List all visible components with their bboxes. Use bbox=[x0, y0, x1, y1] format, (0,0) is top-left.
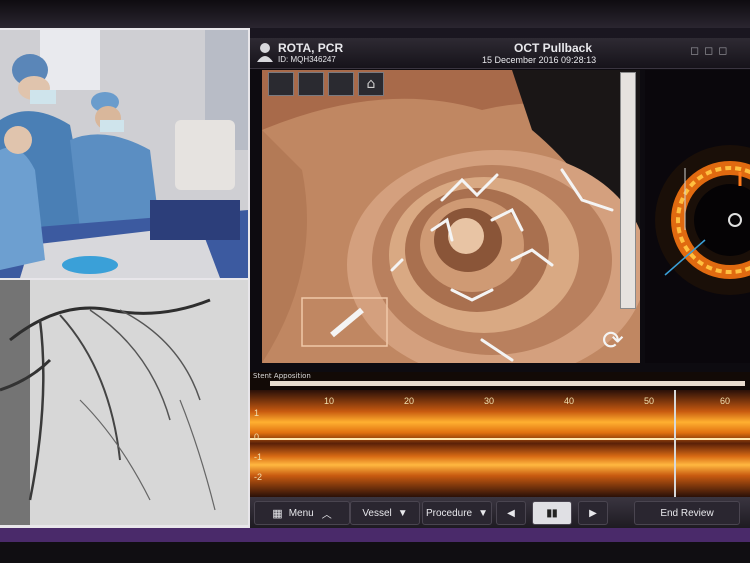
grid-icon: ▦ bbox=[272, 507, 283, 520]
menu-label: Menu bbox=[288, 507, 314, 519]
play-back-icon: ◀ bbox=[507, 507, 515, 519]
play-forward-icon: ▶ bbox=[589, 507, 597, 519]
next-button[interactable]: ▶ bbox=[578, 501, 608, 525]
window-icons[interactable]: ◻◻◻ bbox=[690, 44, 732, 57]
left-mark-4: -2 bbox=[254, 472, 263, 482]
mode-title: OCT Pullback bbox=[514, 41, 593, 55]
tick-40: 40 bbox=[564, 396, 575, 406]
chevron-up-icon: ︿ bbox=[321, 509, 332, 521]
rotate-icon[interactable]: ⟳ bbox=[602, 328, 624, 354]
pause-button[interactable]: ▮▮ bbox=[532, 501, 572, 525]
date-time: 15 December 2016 09:28:13 bbox=[482, 55, 597, 65]
longitudinal-view[interactable]: Stent Apposition 10 20 30 40 50 60 1 0 -… bbox=[250, 372, 750, 497]
pause-icon: ▮▮ bbox=[546, 507, 558, 519]
procedure-dropdown[interactable]: Procedure ▼ bbox=[422, 501, 492, 525]
tick-50: 50 bbox=[644, 396, 655, 406]
screen-bezel bbox=[0, 528, 750, 542]
tick-10: 10 bbox=[324, 396, 335, 406]
previous-button[interactable]: ◀ bbox=[496, 501, 526, 525]
left-mark-1: 1 bbox=[254, 408, 260, 418]
user-icon bbox=[256, 42, 274, 62]
left-mark-3: -1 bbox=[254, 452, 263, 462]
frame-marker[interactable] bbox=[674, 390, 676, 497]
angiography-image bbox=[0, 280, 248, 525]
dropdown-arrow-icon: ▼ bbox=[397, 507, 408, 519]
oct-cross-section[interactable] bbox=[645, 70, 750, 363]
vessel-label: Vessel bbox=[362, 507, 392, 519]
dropdown-arrow-icon: ▼ bbox=[478, 507, 489, 519]
stent-apposition-label: Stent Apposition bbox=[253, 372, 311, 380]
end-review-label: End Review bbox=[660, 507, 714, 519]
end-review-button[interactable]: End Review bbox=[634, 501, 740, 525]
thumbnail-1[interactable] bbox=[268, 72, 294, 96]
tick-20: 20 bbox=[404, 396, 415, 406]
patient-name: ROTA, PCR bbox=[278, 41, 344, 55]
left-mark-2: 0 bbox=[254, 432, 260, 442]
home-icon[interactable]: ⌂ bbox=[358, 72, 384, 96]
thumbnail-3[interactable] bbox=[328, 72, 354, 96]
3d-lumen-view[interactable]: ⟳ bbox=[262, 70, 640, 363]
cath-lab-photo bbox=[0, 30, 248, 278]
tick-60: 60 bbox=[720, 396, 731, 406]
stent-bar bbox=[270, 381, 745, 386]
room-background bbox=[0, 0, 750, 28]
thumbnail-2[interactable] bbox=[298, 72, 324, 96]
room-floor bbox=[0, 542, 750, 563]
menu-button[interactable]: ▦ Menu ︿ bbox=[254, 501, 350, 525]
oct-header: ROTA, PCR ID: MQH346247 OCT Pullback 15 … bbox=[250, 38, 750, 69]
procedure-label: Procedure bbox=[425, 507, 473, 519]
tick-30: 30 bbox=[484, 396, 495, 406]
vertical-scrollbar[interactable] bbox=[620, 72, 636, 309]
patient-id: ID: MQH346247 bbox=[278, 55, 336, 64]
vessel-dropdown[interactable]: Vessel ▼ bbox=[350, 501, 420, 525]
bottom-toolbar: ▦ Menu ︿ Vessel ▼ Procedure ▼ ◀ ▮▮ ▶ End… bbox=[250, 497, 750, 528]
